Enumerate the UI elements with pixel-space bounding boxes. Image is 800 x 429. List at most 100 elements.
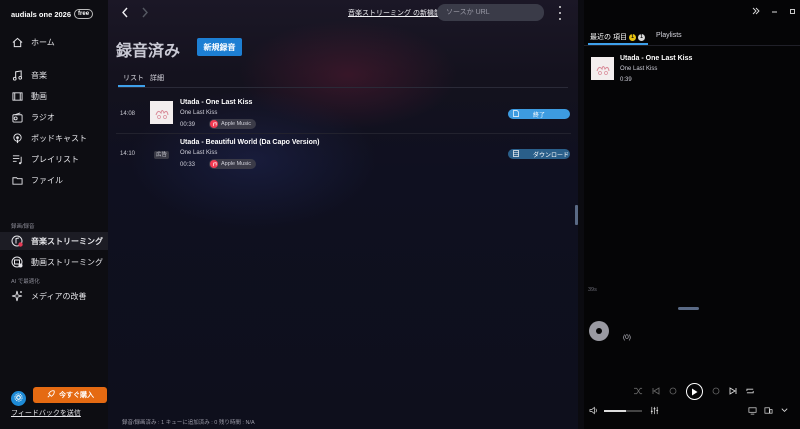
row-time: 14:10 xyxy=(120,151,136,157)
recent-item-album: One Last Kiss xyxy=(620,66,658,72)
queue-count: (0) xyxy=(623,334,631,341)
row-time: 14:08 xyxy=(120,111,136,117)
new-recording-button[interactable]: 新規録音 xyxy=(197,38,242,56)
minimize-button[interactable] xyxy=(771,8,778,17)
play-button[interactable] xyxy=(686,383,703,400)
track-title: Utada - One Last Kiss xyxy=(180,99,253,106)
track-duration: 00:33 xyxy=(180,162,196,168)
kebab-dot-icon xyxy=(559,18,561,20)
kebab-dot-icon xyxy=(559,6,561,8)
sidebar-item-label: ファイル xyxy=(31,175,63,185)
brand-name: audials one 2026 xyxy=(11,9,72,19)
main-content: 音楽ストリーミング の新機能 録音済み 新規録音 リスト 詳細 14:08 Ut… xyxy=(108,0,578,429)
music-icon xyxy=(11,69,23,81)
source-badge: Apple Music xyxy=(209,119,256,129)
apple-music-icon xyxy=(210,120,218,128)
sidebar-item-video-streaming[interactable]: 動画ストリーミング xyxy=(0,253,108,271)
source-badge: Apple Music xyxy=(209,159,256,169)
source-label: Apple Music xyxy=(221,121,251,127)
sidebar-item-music-streaming[interactable]: 音楽ストリーミング xyxy=(0,232,108,250)
status-button-finished[interactable]: 終了 xyxy=(508,109,570,119)
tab-list[interactable]: リスト xyxy=(123,73,144,83)
status-label: 終了 xyxy=(533,112,546,119)
chevron-right-icon xyxy=(141,7,149,20)
feedback-link[interactable]: フィードバックを送信 xyxy=(11,408,81,418)
next-icon[interactable] xyxy=(729,386,737,397)
devices-icon[interactable] xyxy=(764,406,773,417)
sidebar-item-label: 音楽ストリーミング xyxy=(31,236,103,246)
window-controls xyxy=(752,7,800,17)
playlist-icon xyxy=(11,153,23,165)
scrollbar-thumb[interactable] xyxy=(575,205,578,225)
buy-now-label: 今すぐ購入 xyxy=(59,392,94,399)
sidebar-item-label: 動画 xyxy=(31,91,47,101)
sidebar-item-playlist[interactable]: プレイリスト xyxy=(0,150,108,168)
sidebar-item-label: 動画ストリーミング xyxy=(31,257,103,267)
whats-new-link[interactable]: 音楽ストリーミング の新機能 xyxy=(348,8,441,18)
album-art-thumbnail[interactable] xyxy=(591,57,614,80)
speaker-icon[interactable] xyxy=(589,406,598,417)
sidebar-item-label: ポッドキャスト xyxy=(31,133,87,143)
rewind-icon[interactable] xyxy=(669,387,677,397)
track-album: One Last Kiss xyxy=(180,110,218,116)
volume-slider-fill xyxy=(604,410,626,412)
radio-icon xyxy=(11,111,23,123)
sidebar-item-video[interactable]: 動画 xyxy=(0,87,108,105)
panel-resize-handle[interactable] xyxy=(678,307,699,310)
chevron-down-icon[interactable] xyxy=(780,406,789,417)
sidebar-item-label: プレイリスト xyxy=(31,154,79,164)
file-icon xyxy=(513,109,519,119)
recent-item-title[interactable]: Utada - One Last Kiss xyxy=(620,55,692,62)
tab-label: 最近の 項目 xyxy=(590,34,627,41)
sidebar-item-radio[interactable]: ラジオ xyxy=(0,108,108,126)
page-title: 録音済み xyxy=(116,43,181,60)
ad-badge: 広告 xyxy=(154,151,170,159)
tab-recent-items[interactable]: 最近の 項目 1 1 xyxy=(590,32,645,42)
forward-button[interactable] xyxy=(139,6,151,20)
sidebar-item-music[interactable]: 音楽 xyxy=(0,66,108,84)
track-album: One Last Kiss xyxy=(180,150,218,156)
collapse-panel-button[interactable] xyxy=(752,7,760,17)
previous-icon[interactable] xyxy=(652,386,660,397)
tab-playlists[interactable]: Playlists xyxy=(656,32,682,39)
video-streaming-icon xyxy=(11,256,23,268)
search-input[interactable] xyxy=(437,4,544,21)
tab-details[interactable]: 詳細 xyxy=(150,73,164,83)
back-button[interactable] xyxy=(119,6,131,20)
equalizer-icon[interactable] xyxy=(650,406,659,417)
sidebar-item-podcast[interactable]: ポッドキャスト xyxy=(0,129,108,147)
top-bar: 音楽ストリーミング の新機能 xyxy=(108,0,578,26)
maximize-button[interactable] xyxy=(789,8,796,17)
album-art-thumbnail xyxy=(150,101,173,124)
track-title: Utada - Beautiful World (Da Capo Version… xyxy=(180,139,320,146)
section-label-ai: AI で最適化 xyxy=(11,279,40,285)
apple-music-icon xyxy=(210,160,218,168)
sparkle-icon xyxy=(11,290,23,302)
forward-icon[interactable] xyxy=(712,387,720,397)
right-panel: 最近の 項目 1 1 Playlists Utada - One Last Ki… xyxy=(584,0,800,429)
shuffle-icon[interactable] xyxy=(634,387,643,397)
disc-icon xyxy=(589,321,609,341)
source-label: Apple Music xyxy=(221,161,251,167)
free-badge: free xyxy=(74,9,94,19)
home-icon xyxy=(11,36,23,48)
volume-bar xyxy=(584,404,800,418)
track-duration: 00:39 xyxy=(180,122,196,128)
more-menu-button[interactable] xyxy=(557,6,563,20)
sidebar-item-label: 音楽 xyxy=(31,70,47,80)
status-footer: 録音/録画済み : 1 キューに追加済み : 0 残り時間 : N/A xyxy=(122,420,255,426)
status-button-downloading[interactable]: ダウンロード xyxy=(508,149,570,159)
video-icon xyxy=(11,90,23,102)
podcast-icon xyxy=(11,132,23,144)
cast-screen-icon[interactable] xyxy=(748,406,757,417)
repeat-icon[interactable] xyxy=(746,387,755,397)
sidebar-item-label: ホーム xyxy=(31,37,55,47)
count-badge: 1 xyxy=(628,33,636,41)
table-row[interactable]: 14:10 広告 Utada - Beautiful World (Da Cap… xyxy=(116,136,571,174)
table-row[interactable]: 14:08 Utada - One Last Kiss One Last Kis… xyxy=(116,96,571,134)
sidebar-item-home[interactable]: ホーム xyxy=(0,33,108,51)
sidebar-item-media-improve[interactable]: メディアの改善 xyxy=(0,287,108,305)
buy-now-button[interactable]: 今すぐ購入 xyxy=(33,387,107,403)
settings-button[interactable] xyxy=(11,391,26,406)
sidebar-item-files[interactable]: ファイル xyxy=(0,171,108,189)
